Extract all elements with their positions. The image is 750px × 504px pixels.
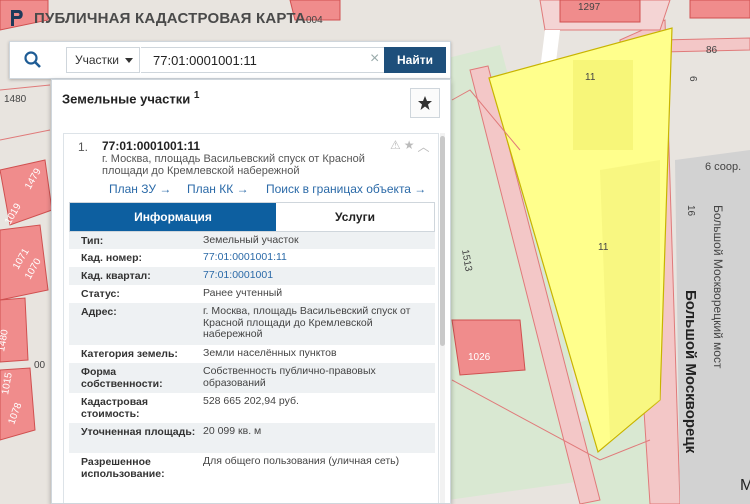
info-label: Форма собственности: — [81, 366, 163, 390]
map-label: 16 — [685, 205, 696, 217]
info-row: Форма собственности: Собственность публи… — [69, 363, 435, 393]
info-row: Уточненная площадь: 20 099 кв. м — [69, 423, 435, 453]
tab-info[interactable]: Информация — [70, 203, 276, 231]
result-number: 1. — [78, 140, 89, 154]
search-in-bounds-link[interactable]: Поиск в границах объекта → — [266, 182, 426, 196]
chevron-down-icon — [125, 58, 133, 63]
info-value: Земли населённых пунктов — [203, 347, 337, 359]
result-address: г. Москва, площадь Васильевский спуск от… — [102, 153, 382, 177]
result-address-line: г. Москва, площадь Васильевский спуск от… — [102, 153, 365, 165]
result-count: 1 — [193, 90, 200, 101]
info-label: Кад. квартал: — [81, 270, 151, 282]
plan-zu-link[interactable]: План ЗУ → — [109, 182, 171, 196]
info-value: 20 099 кв. м — [203, 425, 262, 437]
scrollbar-thumb[interactable] — [440, 136, 445, 346]
tab-bar: Информация Услуги — [69, 202, 435, 232]
result-cadastral-number[interactable]: 77:01:0001001:11 — [102, 139, 200, 153]
search-icon[interactable] — [10, 42, 56, 78]
panel-title-text: Земельные участки — [62, 91, 191, 107]
info-row: Кадастровая стоимость: 528 665 202,94 ру… — [69, 393, 435, 423]
map-label: 11 — [585, 72, 596, 83]
result-card: 1. 77:01:0001001:11 г. Москва, площадь В… — [63, 133, 439, 503]
info-value: Для общего пользования (уличная сеть) — [203, 455, 400, 467]
info-label: Адрес: — [81, 306, 117, 318]
map-label: 00 — [34, 360, 46, 371]
info-value: г. Москва, площадь Васильевский спуск от… — [203, 305, 411, 340]
info-value-link[interactable]: 77:01:0001001 — [203, 269, 423, 282]
star-icon — [418, 96, 432, 110]
star-icon[interactable]: ★ — [404, 138, 415, 155]
info-label: Статус: — [81, 288, 120, 300]
app-title: ПУБЛИЧНАЯ КАДАСТРОВАЯ КАРТА — [34, 9, 306, 27]
map-label: 1297 — [578, 2, 601, 13]
map-label: 6 — [687, 76, 698, 82]
info-row: Адрес: г. Москва, площадь Васильевский с… — [69, 303, 435, 345]
search-bar: Участки × Найти — [9, 41, 451, 79]
panel-title: Земельные участки 1 — [62, 90, 199, 106]
info-row: Разрешенное использование: Для общего по… — [69, 453, 435, 483]
map-label: М — [740, 477, 750, 494]
clear-icon[interactable]: × — [370, 51, 379, 67]
info-label: Кад. номер: — [81, 252, 143, 264]
info-row: Категория земель: Земли населённых пункт… — [69, 345, 435, 363]
map-label: 6 соор. — [705, 161, 741, 173]
search-input[interactable] — [141, 47, 391, 73]
info-value: 528 665 202,94 руб. — [203, 395, 299, 407]
map-label: Большой Москворецкий мост — [711, 205, 725, 369]
search-type-label: Участки — [75, 53, 119, 67]
chevron-up-icon[interactable]: ︿ — [418, 138, 430, 155]
warning-icon[interactable]: ⚠ — [390, 138, 401, 155]
search-type-select[interactable]: Участки — [66, 47, 140, 73]
info-label: Разрешенное использование: — [81, 456, 165, 480]
info-value: Собственность публично-правовых образова… — [203, 365, 376, 389]
info-label: Тип: — [81, 235, 104, 247]
find-button[interactable]: Найти — [384, 47, 446, 73]
info-value-link[interactable]: 77:01:0001001:11 — [203, 251, 423, 264]
favorite-button[interactable] — [410, 88, 440, 118]
result-address-line: площади до Кремлевской набережной — [102, 165, 300, 177]
info-label: Категория земель: — [81, 348, 178, 360]
card-icons: ⚠ ★ ︿ — [390, 138, 430, 155]
info-row: Кад. квартал: 77:01:0001001 — [69, 267, 435, 285]
info-label: Кадастровая стоимость: — [81, 396, 148, 420]
info-row: Кад. номер: 77:01:0001001:11 — [69, 249, 435, 267]
map-label: 86 — [706, 45, 718, 56]
map-label: 1480 — [4, 94, 27, 105]
info-row: Тип: Земельный участок — [69, 232, 435, 249]
info-value: Ранее учтенный — [203, 287, 283, 299]
map-label: 004 — [306, 15, 323, 26]
results-panel: Земельные участки 1 1. 77:01:0001001:11 … — [51, 79, 451, 504]
info-label: Уточненная площадь: — [81, 426, 196, 438]
map-label: 11 — [598, 242, 609, 253]
app-logo-icon — [11, 10, 23, 26]
plan-kk-link[interactable]: План КК → — [187, 182, 249, 196]
map-label: Большой Москворецк — [682, 290, 699, 454]
info-row: Статус: Ранее учтенный — [69, 285, 435, 303]
app-header: ПУБЛИЧНАЯ КАДАСТРОВАЯ КАРТА — [0, 0, 306, 36]
tab-services[interactable]: Услуги — [276, 203, 434, 231]
map-label: 1026 — [468, 352, 491, 363]
info-value: Земельный участок — [203, 234, 299, 246]
